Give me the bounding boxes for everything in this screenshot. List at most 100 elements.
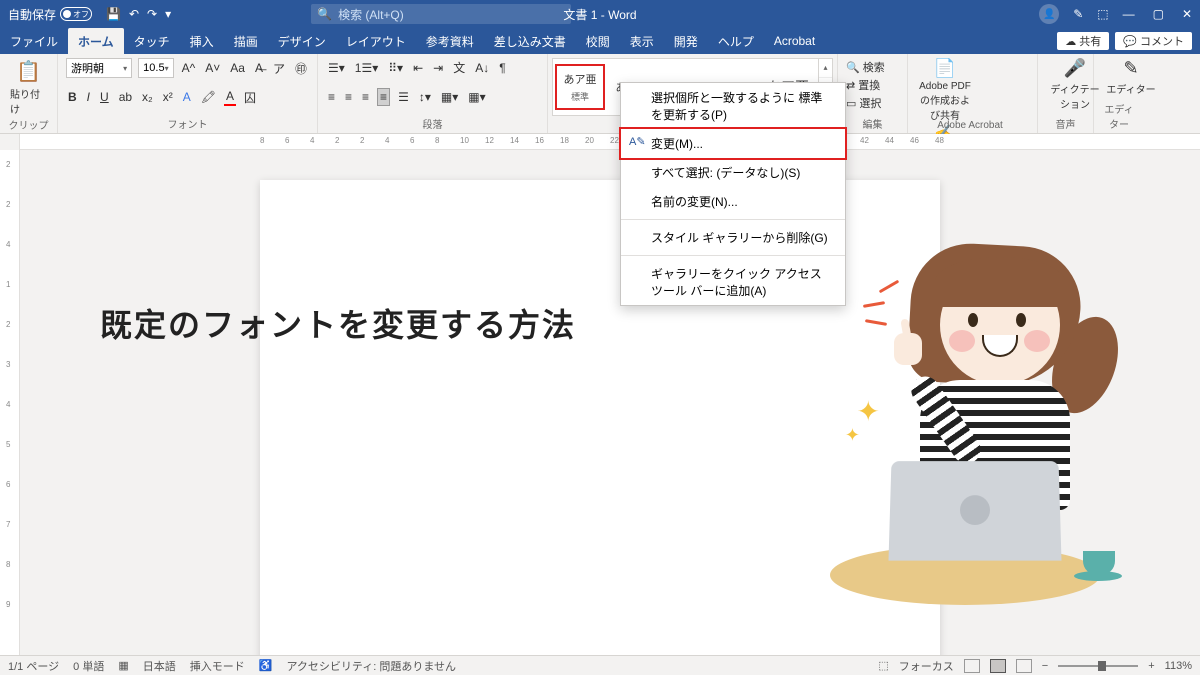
text-effects-icon[interactable]: A [181,89,193,105]
replace-button[interactable]: ⇄置換 [846,76,899,94]
menu-rename[interactable]: 名前の変更(N)... [621,187,845,216]
minimize-icon[interactable]: — [1123,7,1135,21]
group-editor-label: エディター [1102,101,1136,131]
comment-button[interactable]: 💬コメント [1115,32,1192,50]
overlay-headline: 既定のフォントを変更する方法 [100,300,576,346]
tab-home[interactable]: ホーム [68,28,124,54]
select-button[interactable]: ▭選択 [846,94,899,112]
pen-icon[interactable]: ✎ [1073,7,1083,21]
tab-references[interactable]: 参考資料 [416,28,484,54]
window-options-icon[interactable]: ⬚ [1097,7,1108,21]
status-mode[interactable]: 挿入モード [190,658,245,674]
highlight-icon[interactable]: 🖍 [199,89,218,105]
sort-icon[interactable]: A↓ [473,60,491,76]
numbering-icon[interactable]: 1☰▾ [353,60,380,76]
bullets-icon[interactable]: ☰▾ [326,60,347,76]
tab-acrobat[interactable]: Acrobat [764,28,825,54]
font-color-icon[interactable]: A [224,88,236,106]
grow-font-icon[interactable]: A^ [180,60,198,76]
align-center-icon[interactable]: ≡ [343,89,354,105]
bold-icon[interactable]: B [66,89,79,105]
share-button[interactable]: ☁共有 [1057,32,1109,50]
tab-touch[interactable]: タッチ [124,28,180,54]
tab-layout[interactable]: レイアウト [336,28,416,54]
tab-review[interactable]: 校閲 [576,28,620,54]
subscript-icon[interactable]: x₂ [140,89,155,105]
increase-indent-icon[interactable]: ⇥ [431,60,445,76]
search-box[interactable]: 🔍 検索 (Alt+Q) [311,4,571,24]
change-case-icon[interactable]: Aa [228,60,247,76]
phonetic-icon[interactable]: ア [271,59,287,78]
show-marks-icon[interactable]: ¶ [497,60,507,76]
view-web-icon[interactable] [1016,659,1032,673]
distributed-icon[interactable]: ☰ [396,89,411,105]
document-area: 224123456789 既定のフォントを変更する方法 ✦ ✦ [0,150,1200,655]
italic-icon[interactable]: I [85,89,92,105]
view-print-icon[interactable] [990,659,1006,673]
tab-file[interactable]: ファイル [0,28,68,54]
user-avatar-icon[interactable]: 👤 [1039,4,1059,24]
paste-button[interactable]: 貼り付け [8,85,49,117]
search-placeholder: 検索 (Alt+Q) [338,6,404,23]
styles-scroll-up-icon[interactable]: ▴ [819,59,832,78]
tab-view[interactable]: 表示 [620,28,664,54]
char-border-icon[interactable]: 囚 [242,88,258,107]
text-direction-icon[interactable]: 文 [451,58,467,77]
zoom-out-icon[interactable]: − [1042,660,1048,672]
tab-mailings[interactable]: 差し込み文書 [484,28,576,54]
menu-add-qat[interactable]: ギャラリーをクイック アクセス ツール バーに追加(A) [621,259,845,305]
focus-icon[interactable]: ⬚ [878,659,888,672]
status-focus[interactable]: フォーカス [899,658,954,674]
adobe-create-button[interactable]: 📄 Adobe PDF の作成および共有 [916,58,974,122]
view-read-icon[interactable] [964,659,980,673]
menu-remove-gallery[interactable]: スタイル ギャラリーから削除(G) [621,223,845,252]
find-button[interactable]: 🔍検索 [846,58,899,76]
tab-developer[interactable]: 開発 [664,28,708,54]
pdf-icon: 📄 [934,58,956,79]
tab-insert[interactable]: 挿入 [180,28,224,54]
underline-icon[interactable]: U [98,89,111,105]
ruler-horizontal[interactable]: 8642246810121416182022242628303234363840… [0,134,1200,150]
status-lang[interactable]: 日本語 [143,658,176,674]
font-name-combo[interactable]: 游明朝▾ [66,58,132,78]
justify-icon[interactable]: ≡ [377,88,390,106]
font-size-combo[interactable]: 10.5▾ [138,58,173,78]
tab-draw[interactable]: 描画 [224,28,268,54]
clear-format-icon[interactable]: A̶ [253,60,265,76]
tab-help[interactable]: ヘルプ [708,28,764,54]
replace-icon: ⇄ [846,79,855,92]
maximize-icon[interactable]: ▢ [1153,7,1164,21]
autosave-toggle[interactable]: 自動保存 オフ [8,6,92,23]
status-page[interactable]: 1/1 ページ [8,658,59,674]
qat-more-icon[interactable]: ▾ [165,7,171,21]
shading-icon[interactable]: ▦▾ [439,89,460,105]
decrease-indent-icon[interactable]: ⇤ [411,60,425,76]
undo-icon[interactable]: ↶ [129,7,139,21]
ruler-vertical[interactable]: 224123456789 [0,150,20,655]
align-right-icon[interactable]: ≡ [360,89,371,105]
style-cell-normal[interactable]: あア亜 標準 [555,64,605,110]
zoom-value[interactable]: 113% [1165,660,1192,672]
menu-modify[interactable]: A✎変更(M)... [619,127,847,160]
zoom-in-icon[interactable]: + [1148,660,1154,672]
tab-design[interactable]: デザイン [268,28,336,54]
status-a11y[interactable]: アクセシビリティ: 問題ありません [286,658,456,674]
editor-button[interactable]: ✎ エディター [1102,58,1160,96]
menu-select-all[interactable]: すべて選択: (データなし)(S) [621,158,845,187]
share-icon: ☁ [1065,35,1076,48]
line-spacing-icon[interactable]: ↕▾ [417,89,433,105]
superscript-icon[interactable]: x² [161,89,175,105]
align-left-icon[interactable]: ≡ [326,89,337,105]
menu-update-match[interactable]: 選択個所と一致するように 標準 を更新する(P) [621,83,845,129]
paste-icon[interactable]: 📋 [14,58,43,85]
strike-icon[interactable]: ab [117,89,134,105]
multilevel-icon[interactable]: ⠿▾ [386,60,405,76]
enclose-icon[interactable]: ㊞ [293,59,309,78]
status-words[interactable]: 0 単語 [73,658,104,674]
zoom-slider[interactable] [1058,665,1138,667]
shrink-font-icon[interactable]: A˅ [203,60,222,76]
save-icon[interactable]: 💾 [106,7,121,21]
borders-icon[interactable]: ▦▾ [466,89,487,105]
close-icon[interactable]: ✕ [1182,7,1192,21]
redo-icon[interactable]: ↷ [147,7,157,21]
